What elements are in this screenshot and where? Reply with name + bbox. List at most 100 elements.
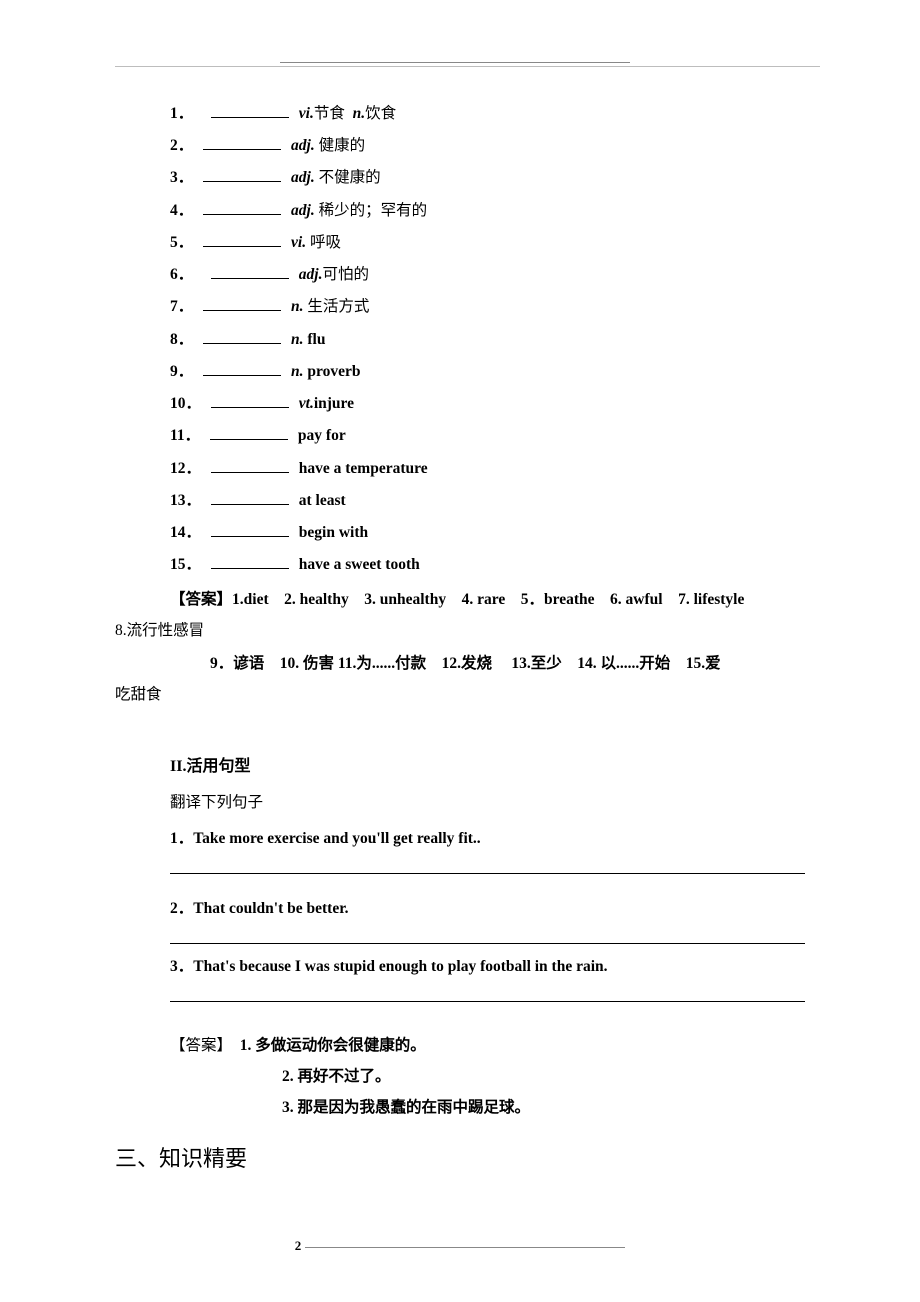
item-number: 9: [170, 363, 178, 380]
definition: 节食: [314, 105, 345, 122]
fill-blank: [211, 458, 289, 473]
answer-value: lifestyle: [694, 591, 745, 608]
section-subtitle: 翻译下列句子: [170, 790, 805, 812]
fill-blank: [211, 393, 289, 408]
answer-text: 吃甜食: [115, 686, 162, 703]
item-number: 10: [170, 395, 186, 412]
fill-blank: [211, 103, 289, 118]
answer-key: 2.: [284, 591, 296, 608]
answer-key: 5．: [521, 591, 544, 608]
part-of-speech: n.: [291, 298, 304, 315]
definition: proverb: [307, 363, 360, 380]
fill-blank: [203, 361, 281, 376]
definition: have a sweet tooth: [299, 556, 420, 573]
fill-blank: [203, 200, 281, 215]
answer-blank-line: [170, 872, 805, 874]
part-of-speech: adj.: [291, 202, 315, 219]
part-of-speech: adj.: [299, 266, 323, 283]
answers-label: 【答案】: [170, 1037, 224, 1054]
definition: pay for: [298, 427, 346, 444]
part-of-speech: vi.: [299, 105, 314, 122]
answer-value: breathe: [544, 591, 595, 608]
answer-value: awful: [626, 591, 663, 608]
part-of-speech: n.: [353, 105, 366, 122]
item-number: 13: [170, 492, 186, 509]
definition: 可怕的: [322, 266, 369, 283]
vocab-item: 15． have a sweet tooth: [170, 549, 805, 581]
fill-blank: [211, 490, 289, 505]
top-divider-inner: [280, 62, 630, 63]
vocab-item: 9． n. proverb: [170, 356, 805, 388]
item-number: 11: [170, 427, 185, 444]
fill-blank: [211, 522, 289, 537]
answer-text: 9．谚语 10. 伤害 11.为......付款 12.发烧 13.至少 14.…: [210, 655, 721, 672]
fill-blank: [210, 425, 288, 440]
item-number: 12: [170, 460, 186, 477]
question-item: 3．That's because I was stupid enough to …: [170, 954, 805, 976]
page-content: 1． vi.节食 n.饮食 2． adj. 健康的 3． adj. 不健康的 4…: [0, 0, 920, 1213]
section-2: II.活用句型 翻译下列句子 1．Take more exercise and …: [170, 752, 805, 1002]
answer-row: 【答案】 1. 多做运动你会很健康的。: [170, 1030, 805, 1061]
answer-text: 2. 再好不过了。: [282, 1061, 805, 1092]
page-number: 2: [295, 1238, 302, 1253]
answer-key: 7.: [678, 591, 690, 608]
section-title: II.活用句型: [170, 752, 805, 776]
definition: at least: [299, 492, 346, 509]
item-number: 8: [170, 331, 178, 348]
section-3-title: 三、知识精要: [115, 1141, 805, 1173]
item-number: 2: [170, 137, 178, 154]
part-of-speech: vt.: [299, 395, 314, 412]
definition: have a temperature: [299, 460, 428, 477]
answers-block-2: 【答案】 1. 多做运动你会很健康的。 2. 再好不过了。 3. 那是因为我愚蠢…: [170, 1030, 805, 1123]
definition: injure: [314, 395, 354, 412]
item-number: 1: [170, 105, 178, 122]
answer-blank-line: [170, 942, 805, 944]
answer-text: 1. 多做运动你会很健康的。: [240, 1037, 426, 1054]
definition: 呼吸: [310, 234, 341, 251]
answer-value: rare: [477, 591, 505, 608]
vocab-item: 1． vi.节食 n.饮食: [170, 98, 805, 130]
vocab-item: 11． pay for: [170, 420, 805, 452]
fill-blank: [211, 264, 289, 279]
fill-blank: [203, 232, 281, 247]
answer-blank-line: [170, 1000, 805, 1002]
definition: 生活方式: [307, 298, 369, 315]
answers-line-2: 9．谚语 10. 伤害 11.为......付款 12.发烧 13.至少 14.…: [210, 648, 805, 679]
vocab-item: 4． adj. 稀少的；罕有的: [170, 195, 805, 227]
part-of-speech: n.: [291, 363, 304, 380]
answer-value: diet: [244, 591, 269, 608]
vocab-item: 13． at least: [170, 485, 805, 517]
item-number: 15: [170, 556, 186, 573]
fill-blank: [203, 135, 281, 150]
answer-text: 8.流行性感冒: [115, 622, 204, 639]
answer-value: healthy: [300, 591, 349, 608]
answer-value: unhealthy: [380, 591, 446, 608]
vocab-item: 8． n. flu: [170, 324, 805, 356]
answer-key: 4.: [462, 591, 474, 608]
vocab-item: 10． vt.injure: [170, 388, 805, 420]
vocab-item: 5． vi. 呼吸: [170, 227, 805, 259]
definition: 不健康的: [319, 169, 381, 186]
definition: 稀少的；罕有的: [319, 202, 428, 219]
part-of-speech: vi.: [291, 234, 306, 251]
fill-blank: [203, 329, 281, 344]
vocab-item: 2． adj. 健康的: [170, 130, 805, 162]
answer-key: 1.: [232, 591, 244, 608]
part-of-speech: n.: [291, 331, 304, 348]
vocab-item: 12． have a temperature: [170, 453, 805, 485]
item-number: 5: [170, 234, 178, 251]
page-footer: 2: [0, 1238, 920, 1254]
answer-text: 3. 那是因为我愚蠢的在雨中踢足球。: [282, 1092, 805, 1123]
fill-blank: [211, 554, 289, 569]
definition: begin with: [299, 524, 368, 541]
item-number: 3: [170, 169, 178, 186]
definition: 饮食: [365, 105, 396, 122]
answer-key: 3.: [364, 591, 376, 608]
answer-key: 6.: [610, 591, 622, 608]
definition: flu: [307, 331, 325, 348]
part-of-speech: adj.: [291, 137, 315, 154]
top-divider: [115, 66, 820, 67]
vocab-item: 14． begin with: [170, 517, 805, 549]
vocab-list: 1． vi.节食 n.饮食 2． adj. 健康的 3． adj. 不健康的 4…: [170, 98, 805, 582]
vocab-item: 7． n. 生活方式: [170, 291, 805, 323]
